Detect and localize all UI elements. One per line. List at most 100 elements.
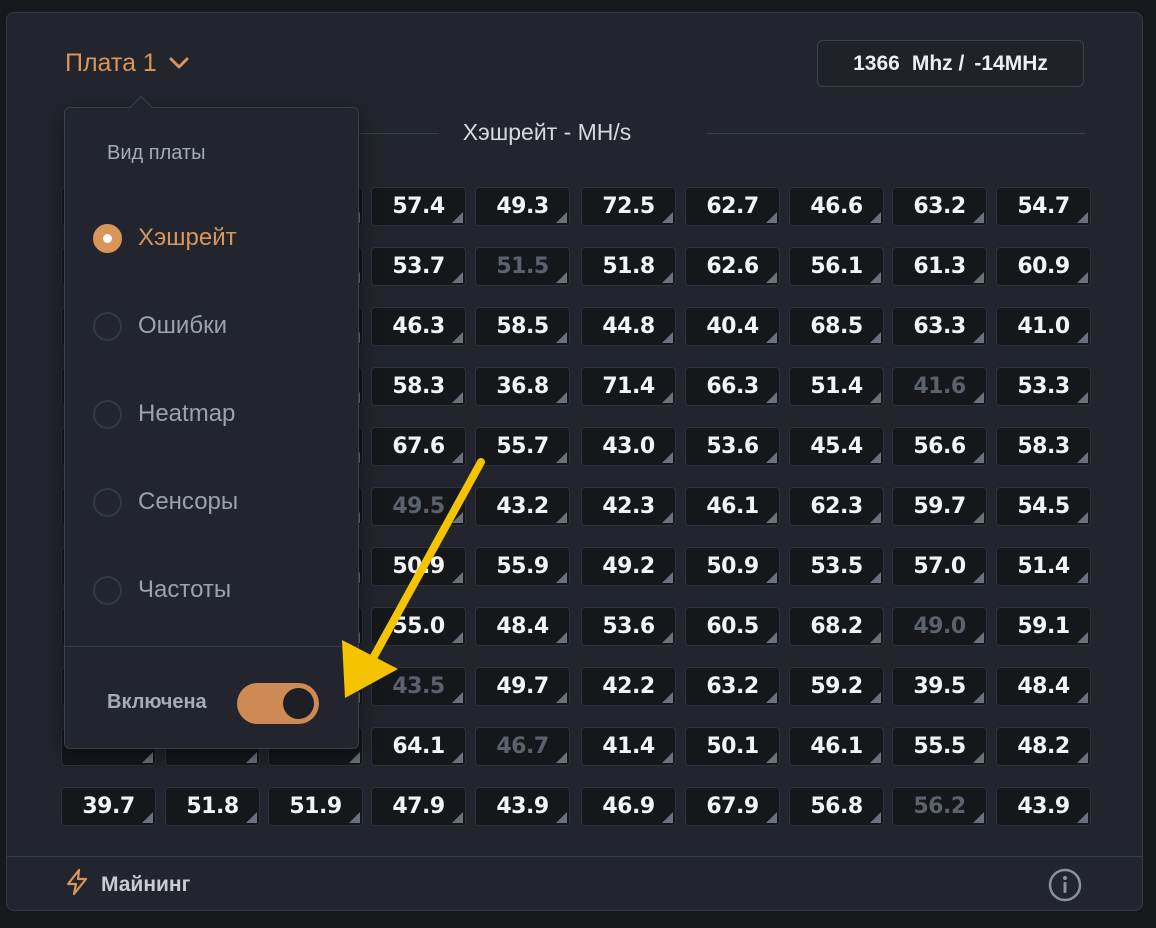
hashrate-cell[interactable]: 63.2 (685, 667, 780, 706)
hashrate-cell[interactable]: 67.6 (371, 427, 466, 466)
hashrate-cell[interactable]: 42.2 (581, 667, 676, 706)
board-selector[interactable]: Плата 1 (65, 47, 189, 79)
hashrate-cell[interactable]: 51.9 (268, 787, 363, 826)
hashrate-cell[interactable]: 46.7 (475, 727, 570, 766)
hashrate-cell[interactable]: 48.4 (996, 667, 1091, 706)
hashrate-cell[interactable]: 55.0 (371, 607, 466, 646)
hashrate-cell[interactable]: 68.5 (789, 307, 884, 346)
radio-heatmap[interactable] (93, 399, 122, 429)
hashrate-cell[interactable]: 56.1 (789, 247, 884, 286)
hashrate-cell[interactable]: 59.2 (789, 667, 884, 706)
hashrate-cell[interactable]: 56.8 (789, 787, 884, 826)
hashrate-cell[interactable]: 41.0 (996, 307, 1091, 346)
hashrate-cell[interactable]: 36.8 (475, 367, 570, 406)
hashrate-cell[interactable]: 63.3 (892, 307, 987, 346)
option-errors[interactable]: Ошибки (93, 306, 333, 346)
hashrate-cell[interactable]: 53.6 (685, 427, 780, 466)
hashrate-cell[interactable]: 61.3 (892, 247, 987, 286)
hashrate-cell[interactable]: 48.2 (996, 727, 1091, 766)
hashrate-cell[interactable]: 57.4 (371, 187, 466, 226)
hashrate-cell[interactable]: 40.4 (685, 307, 780, 346)
hashrate-cell[interactable]: 49.2 (581, 547, 676, 586)
hashrate-cell[interactable]: 59.1 (996, 607, 1091, 646)
hashrate-cell[interactable]: 51.8 (581, 247, 676, 286)
hashrate-cell[interactable]: 50.9 (371, 547, 466, 586)
cell-corner-marker (870, 572, 881, 583)
radio-hashrate[interactable] (93, 223, 122, 253)
hashrate-cell[interactable]: 72.5 (581, 187, 676, 226)
hashrate-cell[interactable]: 53.6 (581, 607, 676, 646)
hashrate-cell[interactable]: 42.3 (581, 487, 676, 526)
hashrate-cell[interactable]: 60.9 (996, 247, 1091, 286)
hashrate-cell[interactable]: 63.2 (892, 187, 987, 226)
option-sensors[interactable]: Сенсоры (93, 482, 333, 522)
hashrate-cell[interactable]: 60.5 (685, 607, 780, 646)
hashrate-cell[interactable]: 43.0 (581, 427, 676, 466)
hashrate-cell[interactable]: 55.9 (475, 547, 570, 586)
cell-corner-marker (662, 332, 673, 343)
hashrate-cell[interactable]: 46.1 (789, 727, 884, 766)
hashrate-cell[interactable]: 43.2 (475, 487, 570, 526)
hashrate-cell[interactable]: 45.4 (789, 427, 884, 466)
hashrate-cell[interactable]: 66.3 (685, 367, 780, 406)
hashrate-cell[interactable]: 67.9 (685, 787, 780, 826)
radio-errors[interactable] (93, 311, 122, 341)
hashrate-cell[interactable]: 49.5 (371, 487, 466, 526)
hashrate-cell[interactable]: 57.0 (892, 547, 987, 586)
hashrate-cell[interactable]: 43.9 (996, 787, 1091, 826)
option-heatmap[interactable]: Heatmap (93, 394, 333, 434)
option-frequencies[interactable]: Частоты (93, 570, 333, 610)
hashrate-cell[interactable]: 55.5 (892, 727, 987, 766)
hashrate-cell[interactable]: 54.7 (996, 187, 1091, 226)
cell-corner-marker (870, 812, 881, 823)
info-icon[interactable] (1047, 867, 1083, 908)
hashrate-cell[interactable]: 51.4 (789, 367, 884, 406)
hashrate-cell[interactable]: 39.7 (61, 787, 156, 826)
hashrate-cell[interactable]: 62.6 (685, 247, 780, 286)
hashrate-cell[interactable]: 68.2 (789, 607, 884, 646)
hashrate-cell[interactable]: 48.4 (475, 607, 570, 646)
hashrate-cell[interactable]: 50.1 (685, 727, 780, 766)
hashrate-cell[interactable]: 51.5 (475, 247, 570, 286)
hashrate-cell[interactable]: 51.4 (996, 547, 1091, 586)
hashrate-cell[interactable]: 58.3 (996, 427, 1091, 466)
cell-value: 43.9 (1017, 794, 1070, 819)
hashrate-cell[interactable]: 41.6 (892, 367, 987, 406)
hashrate-cell[interactable]: 46.9 (581, 787, 676, 826)
hashrate-cell[interactable]: 49.7 (475, 667, 570, 706)
hashrate-cell[interactable]: 43.5 (371, 667, 466, 706)
hashrate-cell[interactable]: 62.7 (685, 187, 780, 226)
hashrate-cell[interactable]: 50.9 (685, 547, 780, 586)
hashrate-cell[interactable]: 51.8 (165, 787, 260, 826)
hashrate-cell[interactable]: 43.9 (475, 787, 570, 826)
hashrate-cell[interactable]: 49.3 (475, 187, 570, 226)
hashrate-cell[interactable]: 64.1 (371, 727, 466, 766)
hashrate-cell[interactable]: 47.9 (371, 787, 466, 826)
hashrate-cell[interactable]: 46.3 (371, 307, 466, 346)
hashrate-cell[interactable]: 55.7 (475, 427, 570, 466)
cell-corner-marker (973, 812, 984, 823)
hashrate-cell[interactable]: 56.2 (892, 787, 987, 826)
option-hashrate[interactable]: Хэшрейт (93, 218, 333, 258)
radio-sensors[interactable] (93, 487, 122, 517)
hashrate-cell[interactable]: 59.7 (892, 487, 987, 526)
hashrate-cell[interactable]: 54.5 (996, 487, 1091, 526)
hashrate-cell[interactable]: 62.3 (789, 487, 884, 526)
radio-frequencies[interactable] (93, 575, 122, 605)
hashrate-cell[interactable]: 58.3 (371, 367, 466, 406)
hashrate-cell[interactable]: 46.6 (789, 187, 884, 226)
hashrate-cell[interactable]: 53.5 (789, 547, 884, 586)
hashrate-cell[interactable]: 53.3 (996, 367, 1091, 406)
hashrate-cell[interactable]: 53.7 (371, 247, 466, 286)
hashrate-cell[interactable]: 58.5 (475, 307, 570, 346)
enabled-toggle[interactable] (237, 683, 319, 724)
hashrate-cell[interactable]: 41.4 (581, 727, 676, 766)
hashrate-cell[interactable]: 44.8 (581, 307, 676, 346)
hashrate-cell[interactable]: 49.0 (892, 607, 987, 646)
footer-tab-mining[interactable]: Майнинг (65, 868, 190, 901)
hashrate-cell[interactable]: 56.6 (892, 427, 987, 466)
hashrate-cell[interactable]: 39.5 (892, 667, 987, 706)
title-divider-right (707, 133, 1085, 134)
hashrate-cell[interactable]: 71.4 (581, 367, 676, 406)
hashrate-cell[interactable]: 46.1 (685, 487, 780, 526)
